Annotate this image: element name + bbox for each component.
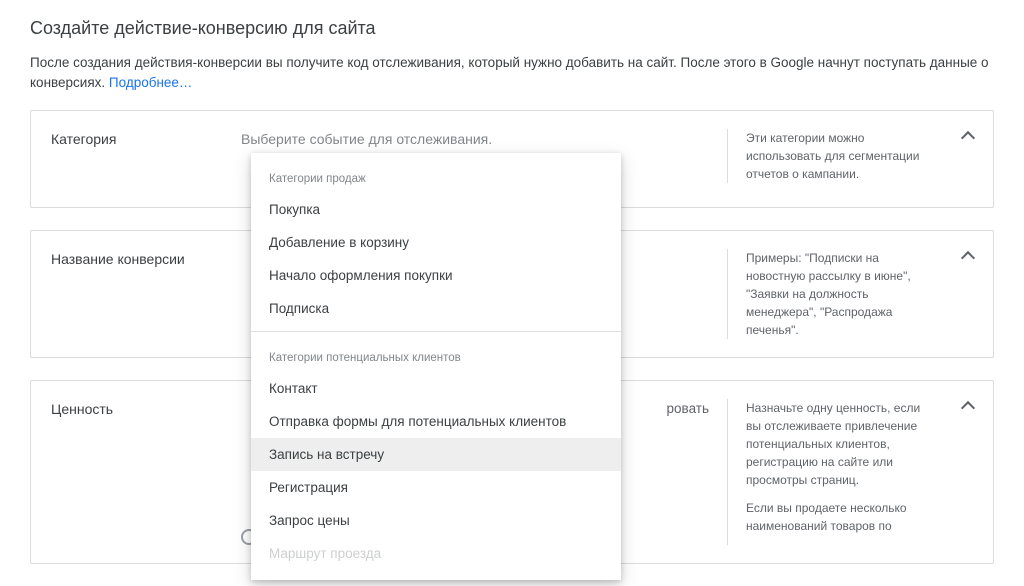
dropdown-option[interactable]: Регистрация xyxy=(251,471,621,504)
dropdown-divider xyxy=(251,331,621,332)
value-help: Назначьте одну ценность, если вы отслежи… xyxy=(727,399,937,545)
value-help-p2: Если вы продаете несколько наименований … xyxy=(746,499,937,535)
dropdown-option[interactable]: Контакт xyxy=(251,372,621,405)
collapse-toggle[interactable] xyxy=(937,129,973,146)
dropdown-option[interactable]: Запрос цены xyxy=(251,504,621,537)
dropdown-option[interactable]: Добавление в корзину xyxy=(251,226,621,259)
dropdown-option[interactable]: Начало оформления покупки xyxy=(251,259,621,292)
dropdown-option[interactable]: Отправка формы для потенциальных клиенто… xyxy=(251,405,621,438)
dropdown-option[interactable]: Запись на встречу xyxy=(251,438,621,471)
category-select[interactable]: Выберите событие для отслеживания. xyxy=(241,129,707,149)
value-main-fragment: ровать xyxy=(667,401,709,416)
dropdown-option[interactable]: Покупка xyxy=(251,193,621,226)
category-label: Категория xyxy=(51,129,241,147)
category-dropdown[interactable]: Категории продаж ПокупкаДобавление в кор… xyxy=(251,153,621,580)
conversion-name-label: Название конверсии xyxy=(51,249,241,267)
collapse-toggle[interactable] xyxy=(937,249,973,266)
dropdown-option[interactable]: Подписка xyxy=(251,292,621,325)
value-help-p1: Назначьте одну ценность, если вы отслежи… xyxy=(746,399,937,489)
dropdown-group-sales: Категории продаж xyxy=(251,159,621,193)
page-title: Создайте действие-конверсию для сайта xyxy=(30,18,994,39)
value-label: Ценность xyxy=(51,399,241,417)
intro-text: После создания действия-конверсии вы пол… xyxy=(30,53,994,92)
chevron-up-icon xyxy=(961,131,975,145)
chevron-up-icon xyxy=(961,401,975,415)
conversion-name-help: Примеры: "Подписки на новостную рассылку… xyxy=(727,249,937,339)
learn-more-link[interactable]: Подробнее… xyxy=(109,75,193,90)
category-help: Эти категории можно использовать для сег… xyxy=(727,129,937,183)
dropdown-group-leads: Категории потенциальных клиентов xyxy=(251,338,621,372)
chevron-up-icon xyxy=(961,251,975,265)
collapse-toggle[interactable] xyxy=(937,399,973,416)
